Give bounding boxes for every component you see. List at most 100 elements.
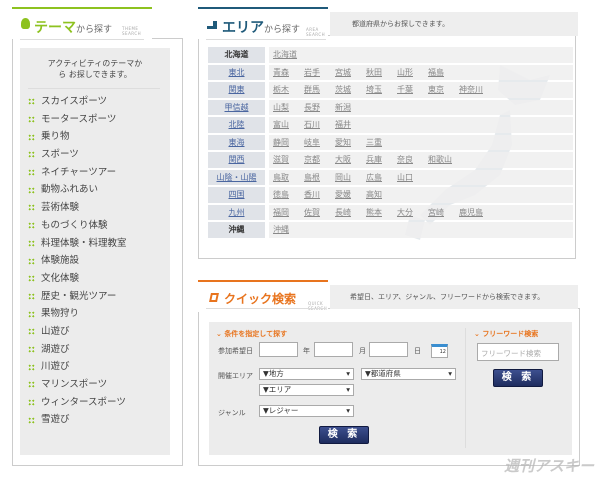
region-link[interactable]: 九州 [208,204,265,220]
theme-item[interactable]: 川遊び [28,358,160,376]
prefecture-select[interactable]: ▼都道府県 ▾ [361,368,456,380]
prefecture-link[interactable]: 広島 [366,170,397,186]
theme-item[interactable]: 乗り物 [28,128,160,146]
theme-item[interactable]: 歴史・観光ツアー [28,288,160,306]
region-select[interactable]: ▼地方 ▾ [259,368,354,380]
theme-item[interactable]: モータースポーツ [28,111,160,129]
prefecture-link[interactable]: 群馬 [304,82,335,98]
prefecture-link[interactable]: 富山 [273,117,304,133]
freeword-title: ⌄ フリーワード検索 [474,330,539,338]
bullet-icon [28,239,35,247]
theme-item[interactable]: ものづくり体験 [28,217,160,235]
prefecture-link[interactable]: 岐阜 [304,135,335,151]
prefecture-link[interactable]: 兵庫 [366,152,397,168]
prefecture-link[interactable]: 山形 [397,65,428,81]
theme-item[interactable]: スポーツ [28,146,160,164]
theme-item[interactable]: マリンスポーツ [28,376,160,394]
region-link[interactable]: 東海 [208,134,265,150]
prefecture-link[interactable]: 島根 [304,170,335,186]
region-link[interactable]: 北陸 [208,117,265,133]
prefecture-link[interactable]: 福井 [335,117,366,133]
prefecture-link[interactable]: 沖縄 [273,222,304,238]
region-link[interactable]: 東北 [208,64,265,80]
theme-item[interactable]: ウィンタースポーツ [28,394,160,412]
theme-item-label: 歴史・観光ツアー [41,290,117,302]
freeword-input[interactable]: フリーワード検索 [477,343,559,361]
prefecture-link[interactable]: 埼玉 [366,82,397,98]
prefecture-link[interactable]: 秋田 [366,65,397,81]
region-link[interactable]: 甲信越 [208,99,265,115]
prefecture-link[interactable]: 北海道 [273,47,304,63]
calendar-icon[interactable]: 12 [431,344,448,358]
prefecture-link[interactable]: 宮崎 [428,205,459,221]
prefecture-link[interactable]: 新潟 [335,100,366,116]
prefecture-link[interactable]: 長野 [304,100,335,116]
prefecture-link[interactable]: 福島 [428,65,459,81]
prefecture-list: 福岡 佐賀 長崎 熊本 大分 宮崎 鹿児島 [269,204,573,221]
theme-box: アクティビティのテーマから お探しできます。 スカイスポーツ モータースポーツ 乗り… [20,48,170,455]
prefecture-link[interactable]: 佐賀 [304,205,335,221]
year-input[interactable] [259,342,298,357]
prefecture-link[interactable]: 大分 [397,205,428,221]
area-description-strip: 都道府県からお探しできます。 [330,12,578,36]
prefecture-link[interactable]: 大阪 [335,152,366,168]
prefecture-link[interactable]: 京都 [304,152,335,168]
theme-item[interactable]: スカイスポーツ [28,93,160,111]
prefecture-link[interactable]: 栃木 [273,82,304,98]
prefecture-link[interactable]: 奈良 [397,152,428,168]
prefecture-link[interactable]: 岡山 [335,170,366,186]
area-row: 関西 滋賀 京都 大阪 兵庫 奈良 和歌山 [208,152,573,168]
theme-item[interactable]: 動物ふれあい [28,181,160,199]
prefecture-link[interactable]: 徳島 [273,187,304,203]
prefecture-link[interactable]: 長崎 [335,205,366,221]
prefecture-link[interactable]: 福岡 [273,205,304,221]
prefecture-link[interactable]: 静岡 [273,135,304,151]
prefecture-link[interactable]: 熊本 [366,205,397,221]
theme-item[interactable]: ネイチャーツアー [28,164,160,182]
prefecture-link[interactable]: 鳥取 [273,170,304,186]
theme-item[interactable]: 芸術体験 [28,199,160,217]
prefecture-list: 鳥取 島根 岡山 広島 山口 [269,169,573,186]
theme-item[interactable]: 体験施設 [28,252,160,270]
area-select[interactable]: ▼エリア ▾ [259,384,354,396]
prefecture-link[interactable]: 鹿児島 [459,205,490,221]
theme-item[interactable]: 雪遊び [28,411,160,429]
freeword-search-button[interactable]: 検 索 [493,369,543,387]
region-link[interactable]: 四国 [208,187,265,203]
region-link[interactable]: 関西 [208,152,265,168]
genre-select[interactable]: ▼レジャー ▾ [259,405,354,417]
theme-item[interactable]: 果物狩り [28,305,160,323]
search-button[interactable]: 検 索 [319,426,369,444]
prefecture-link[interactable]: 滋賀 [273,152,304,168]
theme-item[interactable]: 湖遊び [28,341,160,359]
theme-item-label: スカイスポーツ [41,96,108,107]
prefecture-link[interactable]: 山梨 [273,100,304,116]
area-subtitle: AREA SEARCH [306,27,326,37]
prefecture-link[interactable]: 山口 [397,170,428,186]
month-input[interactable] [314,342,353,357]
prefecture-link[interactable]: 愛媛 [335,187,366,203]
theme-item-label: 乗り物 [41,131,70,143]
day-input[interactable] [369,342,408,357]
theme-item[interactable]: 料理体験・料理教室 [28,235,160,253]
bullet-icon [28,133,35,141]
theme-item[interactable]: 山遊び [28,323,160,341]
prefecture-link[interactable]: 宮城 [335,65,366,81]
theme-item-label: ウィンタースポーツ [41,396,126,408]
prefecture-link[interactable]: 青森 [273,65,304,81]
prefecture-link[interactable]: 愛知 [335,135,366,151]
region-link[interactable]: 関東 [208,82,265,98]
prefecture-link[interactable]: 石川 [304,117,335,133]
prefecture-link[interactable]: 茨城 [335,82,366,98]
prefecture-link[interactable]: 三重 [366,135,397,151]
watermark-logo: 週刊アスキー [503,457,594,475]
prefecture-link[interactable]: 神奈川 [459,82,490,98]
prefecture-link[interactable]: 岩手 [304,65,335,81]
prefecture-link[interactable]: 香川 [304,187,335,203]
prefecture-link[interactable]: 千葉 [397,82,428,98]
prefecture-link[interactable]: 東京 [428,82,459,98]
prefecture-link[interactable]: 和歌山 [428,152,459,168]
theme-item[interactable]: 文化体験 [28,270,160,288]
region-link[interactable]: 山陰・山陽 [208,169,265,185]
prefecture-link[interactable]: 高知 [366,187,397,203]
